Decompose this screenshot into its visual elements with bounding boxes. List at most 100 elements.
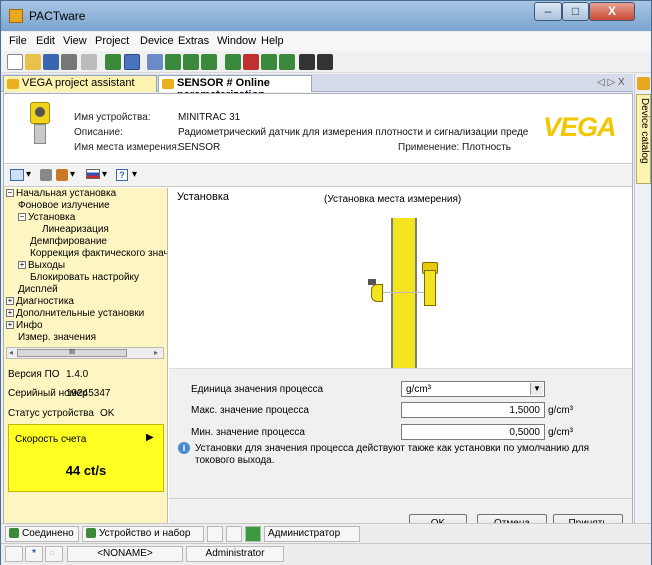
scroll-left-icon[interactable]: ◂ (9, 348, 13, 357)
pactware-window: PACTware – □ X File Edit View Project De… (0, 0, 652, 565)
count-rate-value: 44 ct/s (65, 463, 107, 478)
window-title: PACTware (29, 9, 86, 23)
tree-item-lock-adjustment[interactable]: Блокировать настройку (30, 272, 139, 283)
status-empty-1 (207, 526, 223, 542)
new-file-icon[interactable] (7, 54, 23, 70)
tree-item-outputs[interactable]: + Выходы (18, 260, 65, 271)
menu-help[interactable]: Help (261, 35, 284, 47)
close-button[interactable]: X (589, 2, 635, 21)
menu-extras[interactable]: Extras (178, 35, 209, 47)
info-note: Установки для значения процесса действую… (195, 443, 590, 466)
help-icon[interactable]: ? (116, 169, 128, 181)
tab-online-parameterization[interactable]: SENSOR # Online parameterization (158, 75, 312, 101)
dtm-content: Имя устройства: MINITRAC 31 Описание: Ра… (3, 93, 633, 541)
print-icon[interactable] (61, 54, 77, 70)
tab-navigation[interactable]: ◁ ▷ X (597, 77, 625, 88)
tools-dropdown-arrow[interactable]: ▾ (70, 169, 75, 180)
scroll-thumb[interactable]: III (17, 349, 127, 357)
chevron-down-icon[interactable]: ▼ (530, 383, 543, 395)
tools-icon[interactable] (56, 169, 68, 181)
disconnect-icon[interactable] (124, 54, 140, 70)
tree-item-damping[interactable]: Демпфирование (30, 236, 107, 247)
measure-icon[interactable] (299, 54, 315, 70)
play-icon[interactable]: ▶ (146, 432, 154, 443)
view-icon[interactable] (10, 169, 24, 181)
save-icon[interactable] (43, 54, 59, 70)
user-role-status: Администратор (264, 526, 360, 542)
download-icon[interactable] (243, 54, 259, 70)
tree-item-setup[interactable]: − Установка (18, 212, 75, 223)
language-dropdown-arrow[interactable]: ▾ (102, 169, 107, 180)
status-empty-2 (226, 526, 242, 542)
expand-icon[interactable]: + (6, 309, 14, 318)
description-value: Радиометрический датчик для измерения пл… (178, 127, 528, 138)
menu-file[interactable]: File (9, 35, 27, 47)
expand-icon[interactable]: + (6, 297, 14, 306)
menu-project[interactable]: Project (95, 35, 129, 47)
minimize-button[interactable]: – (534, 2, 562, 21)
print-icon[interactable] (40, 169, 52, 181)
maximize-button[interactable]: □ (562, 2, 589, 21)
info-status-icon: ○ (45, 546, 63, 562)
menu-view[interactable]: View (63, 35, 87, 47)
device-data-status: Устройство и набор (82, 526, 204, 542)
main-toolbar (1, 51, 651, 73)
online-icon[interactable] (261, 54, 277, 70)
expand-icon[interactable]: + (6, 321, 14, 330)
connection-status: Соединено (5, 526, 79, 542)
print-preview-icon[interactable] (81, 54, 97, 70)
count-rate-label: Скорость счета (15, 434, 87, 445)
device-name-value: MINITRAC 31 (178, 112, 241, 123)
tab-label: VEGA project assistant (22, 77, 135, 89)
menu-device[interactable]: Device (140, 35, 174, 47)
view-dropdown-arrow[interactable]: ▾ (26, 169, 31, 180)
dtm-toolbar: ▾ ▾ ▾ ? ▾ (4, 165, 632, 187)
device-icon[interactable] (147, 54, 163, 70)
open-folder-icon[interactable] (25, 54, 41, 70)
upload-icon[interactable] (225, 54, 241, 70)
help-dropdown-arrow[interactable]: ▾ (132, 169, 137, 180)
process-value-form: Единица значения процесса g/cm³ ▼ Макс. … (169, 368, 632, 498)
project-name-status: <NONAME> (67, 546, 183, 562)
setup-page: Установка (Установка места измерения) Ед… (169, 188, 632, 541)
tree-item-additional-settings[interactable]: + Дополнительные установки (6, 308, 144, 319)
menu-edit[interactable]: Edit (36, 35, 55, 47)
connect-icon[interactable] (105, 54, 121, 70)
page-title: Установка (177, 191, 229, 203)
tree-item-value-correction[interactable]: Коррекция фактического знач (30, 248, 167, 259)
tree-item-diagnostics[interactable]: + Диагностика (6, 296, 74, 307)
device-catalog-tab[interactable]: Device catalog (636, 94, 651, 184)
tree-item-info[interactable]: + Инфо (6, 320, 43, 331)
tree-item-linearization[interactable]: Линеаризация (42, 224, 109, 235)
tree-item-display[interactable]: Дисплей (18, 284, 58, 295)
process-unit-select[interactable]: g/cm³ ▼ (401, 381, 545, 397)
diagnose-icon[interactable] (317, 54, 333, 70)
offline-icon[interactable] (279, 54, 295, 70)
vega-tab-icon (7, 79, 19, 89)
collapse-icon[interactable]: − (6, 189, 14, 198)
catalog-icon (637, 77, 650, 90)
max-process-value-input[interactable]: 1,5000 (401, 402, 545, 418)
radiation-source-illustration (371, 284, 383, 302)
collapse-icon[interactable]: − (18, 213, 26, 222)
tree-item-background-radiation[interactable]: Фоновое излучение (18, 200, 110, 211)
tab-vega-project-assistant[interactable]: VEGA project assistant (3, 75, 157, 92)
tree-item-initial-setup[interactable]: − Начальная установка (6, 188, 116, 199)
parameter-icon[interactable] (201, 54, 217, 70)
device-catalog-panel[interactable]: Device catalog (634, 74, 651, 548)
min-process-value-input[interactable]: 0,5000 (401, 424, 545, 440)
tree-horizontal-scrollbar[interactable]: ◂ III ▸ (6, 347, 164, 359)
user-name-status: Administrator (186, 546, 284, 562)
count-rate-display: Скорость счета ▶ 44 ct/s (8, 424, 164, 492)
menu-window[interactable]: Window (217, 35, 256, 47)
add-device-icon[interactable] (165, 54, 181, 70)
expand-icon[interactable]: + (18, 261, 26, 270)
scroll-right-icon[interactable]: ▸ (154, 348, 158, 357)
detector-illustration (424, 270, 436, 306)
sound-icon (5, 546, 23, 562)
tag-value: SENSOR (178, 142, 221, 153)
sync-icon (86, 528, 96, 539)
remove-device-icon[interactable] (183, 54, 199, 70)
tree-item-measured-values[interactable]: Измер. значения (18, 332, 96, 343)
language-flag-icon[interactable] (86, 169, 100, 179)
